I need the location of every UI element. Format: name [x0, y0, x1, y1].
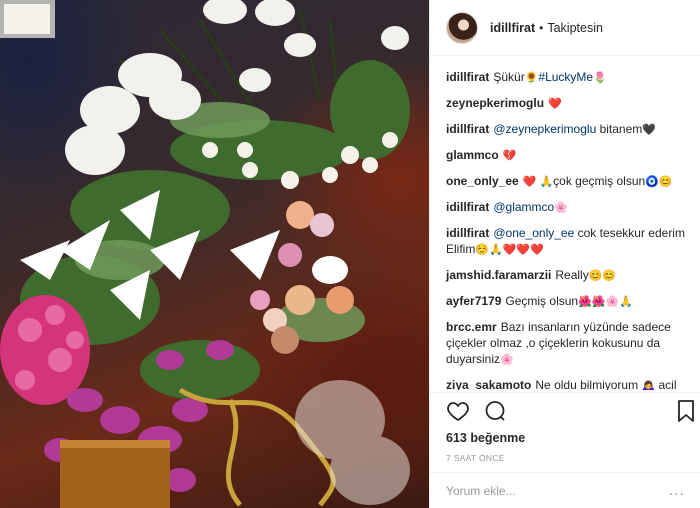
comment-emoji: 💔: [502, 150, 517, 162]
post-photo[interactable]: [0, 0, 429, 508]
heart-icon[interactable]: [446, 399, 470, 428]
comment-item: zeynepkerimoglu ❤️: [446, 95, 685, 112]
comment-item: idillfirat @zeynepkerimoglu bitanem🖤: [446, 121, 685, 138]
comment-emoji: ❤️ 🙏: [522, 176, 554, 188]
comment-item: idillfirat @glammco 🌸: [446, 199, 685, 216]
comment-mention[interactable]: @glammco: [493, 200, 554, 214]
comment-input[interactable]: [446, 483, 669, 498]
comment-emoji: 😊😊: [588, 270, 617, 282]
action-bar: [430, 393, 700, 429]
comment-text: Geçmiş olsun: [505, 294, 579, 308]
comment-mention[interactable]: @zeynepkerimoglu: [493, 122, 596, 136]
bookmark-icon[interactable]: [676, 399, 696, 428]
comment-mention[interactable]: @one_only_ee: [493, 226, 574, 240]
comments-list[interactable]: idillfirat Şükür 🌻 #LuckyMe 🌷 zeynepkerimo…: [430, 62, 700, 390]
comment-emoji: 🌸: [554, 202, 568, 214]
comment-emoji: 🌻: [524, 72, 539, 84]
comment-item: brcc.emr Bazı insanların yüzünde sadece ç…: [446, 319, 685, 368]
comment-emoji: 🖤: [642, 124, 656, 136]
comment-username[interactable]: ziya_sakamoto: [446, 378, 531, 390]
comment-text: Really: [555, 268, 589, 282]
flower-bouquet-image: [0, 0, 410, 508]
comment-text: çok geçmiş olsun: [553, 174, 646, 188]
comment-username[interactable]: brcc.emr: [446, 320, 497, 334]
comment-item: glammco 💔: [446, 147, 685, 164]
comment-text: Ne oldu bilmiyorum: [535, 378, 642, 390]
comment-emoji: ☺️🙏❤️❤️❤️: [475, 244, 544, 256]
post-sidebar: idillfirat • Takiptesin idillfirat Şükür …: [429, 0, 700, 508]
likes-count[interactable]: 613 beğenme: [430, 431, 700, 445]
comment-item: ayfer7179 Geçmiş olsun🌺🌺🌸🙏: [446, 293, 685, 310]
comment-item: ziya_sakamoto Ne oldu bilmiyorum 🙇‍♀️ aci…: [446, 377, 685, 390]
more-options-icon[interactable]: ...: [669, 482, 685, 500]
comment-emoji: 🙇‍♀️: [641, 380, 656, 390]
comment-username[interactable]: ayfer7179: [446, 294, 501, 308]
comment-item: one_only_ee ❤️ 🙏çok geçmiş olsun🧿😊: [446, 173, 685, 190]
comment-username[interactable]: idillfirat: [446, 122, 489, 136]
comment-emoji: 🌷: [593, 72, 607, 84]
comment-username[interactable]: jamshid.faramarzii: [446, 268, 551, 282]
comment-emoji: 🌸: [500, 354, 514, 366]
comment-username[interactable]: zeynepkerimoglu: [446, 96, 544, 110]
comment-username[interactable]: idillfirat: [446, 200, 489, 214]
avatar[interactable]: [446, 11, 478, 44]
comment-icon[interactable]: [483, 399, 507, 428]
post-timestamp: 7 SAAT ÖNCE: [446, 453, 505, 463]
comment-emoji: 🧿😊: [645, 176, 673, 188]
comment-username[interactable]: idillfirat: [446, 226, 489, 240]
comment-item: jamshid.faramarzii Really😊😊: [446, 267, 685, 284]
header-username[interactable]: idillfirat: [490, 21, 535, 35]
follow-status-button[interactable]: Takiptesin: [547, 21, 603, 35]
comment-item: idillfirat Şükür 🌻 #LuckyMe 🌷: [446, 69, 685, 86]
comment-username[interactable]: glammco: [446, 148, 499, 162]
comment-text: bitanem: [596, 122, 643, 136]
comment-emoji: ❤️: [548, 98, 562, 110]
post-header: idillfirat • Takiptesin: [430, 0, 700, 56]
comment-input-row: ...: [430, 472, 700, 508]
post-actions-area: 613 beğenme 7 SAAT ÖNCE: [430, 392, 700, 463]
comment-username[interactable]: idillfirat: [446, 70, 489, 84]
comment-text: Şükür: [493, 70, 525, 84]
comment-emoji: 🌺🌺🌸🙏: [578, 296, 633, 308]
header-dot: •: [539, 20, 544, 35]
comment-username[interactable]: one_only_ee: [446, 174, 519, 188]
comment-item: idillfirat @one_only_ee cok tesekkur eder…: [446, 225, 685, 258]
comment-hashtag[interactable]: #LuckyMe: [538, 70, 593, 84]
